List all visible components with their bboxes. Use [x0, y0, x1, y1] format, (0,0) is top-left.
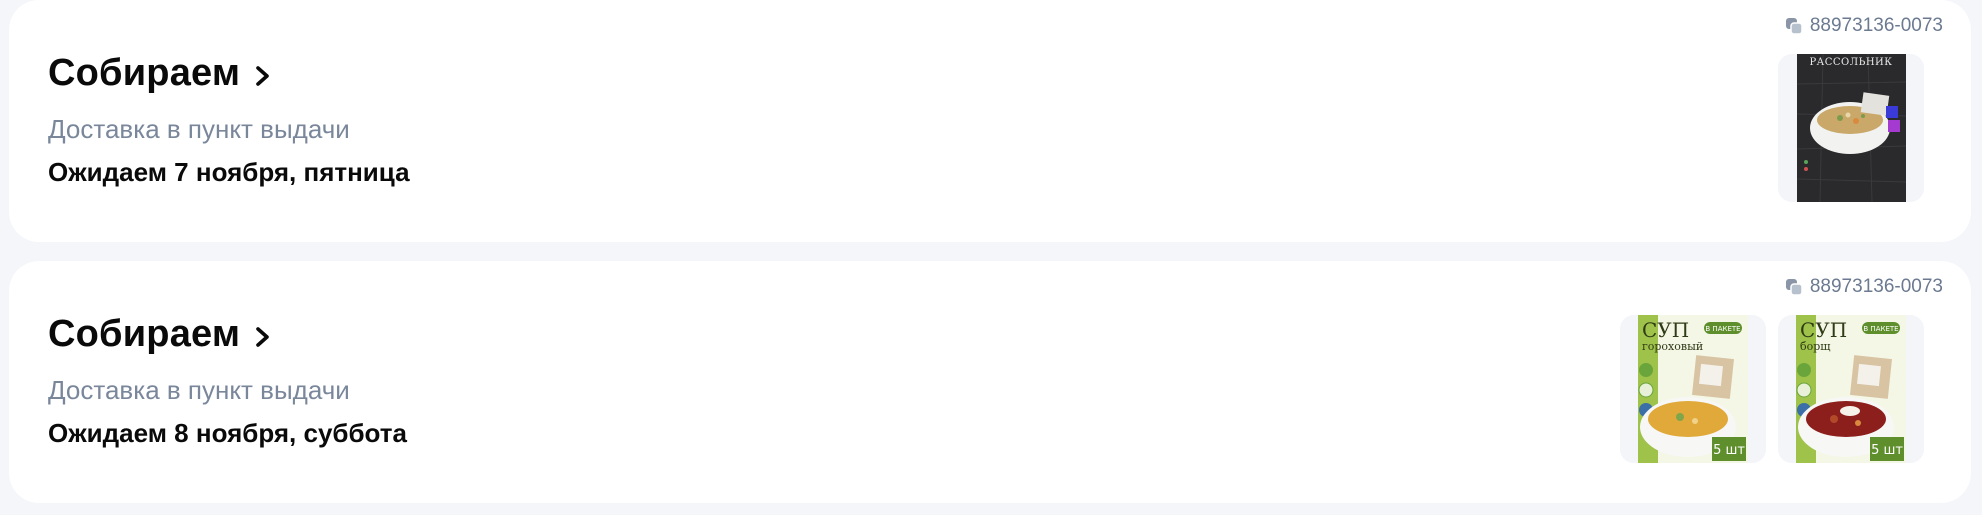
- order-number[interactable]: 88973136-0073: [1785, 276, 1943, 298]
- product-label: РАССОЛЬНИК: [1809, 57, 1892, 68]
- copy-icon: [1785, 18, 1803, 35]
- product-sublabel: гороховый: [1642, 340, 1703, 353]
- order-status: Собираем: [48, 313, 241, 355]
- order-status-link[interactable]: Собираем: [48, 313, 272, 356]
- product-sublabel: борщ: [1800, 340, 1831, 353]
- product-thumbnail[interactable]: РАССОЛЬНИК: [1778, 54, 1924, 202]
- order-card[interactable]: 88973136-0073 Собираем Доставка в пункт …: [9, 261, 1971, 503]
- copy-icon: [1785, 279, 1803, 296]
- delivery-type: Доставка в пункт выдачи: [48, 375, 350, 405]
- order-status-link[interactable]: Собираем: [48, 52, 272, 95]
- product-label: СУП: [1642, 318, 1689, 342]
- order-number-text: 88973136-0073: [1809, 276, 1943, 297]
- product-count: 5 шт: [1871, 443, 1903, 458]
- pea-soup-product-image: СУП В ПАКЕТЕ гороховый 5 шт: [1620, 315, 1766, 463]
- rassolnik-product-image: РАССОЛЬНИК: [1778, 54, 1924, 202]
- expected-date: Ожидаем 8 ноября, суббота: [48, 418, 407, 448]
- order-number[interactable]: 88973136-0073: [1785, 15, 1943, 37]
- borscht-product-image: СУП В ПАКЕТЕ борщ 5 шт: [1778, 315, 1924, 463]
- order-number-text: 88973136-0073: [1809, 15, 1943, 36]
- expected-date: Ожидаем 7 ноября, пятница: [48, 157, 410, 187]
- product-thumbnail[interactable]: СУП В ПАКЕТЕ борщ 5 шт: [1778, 315, 1924, 463]
- product-count: 5 шт: [1713, 443, 1745, 458]
- order-status: Собираем: [48, 52, 241, 94]
- product-thumbnail[interactable]: СУП В ПАКЕТЕ гороховый 5 шт: [1620, 315, 1766, 463]
- product-badge: В ПАКЕТЕ: [1705, 325, 1740, 333]
- chevron-right-icon: [256, 65, 269, 86]
- chevron-right-icon: [256, 326, 269, 347]
- product-label: СУП: [1800, 318, 1847, 342]
- product-badge: В ПАКЕТЕ: [1863, 325, 1898, 333]
- delivery-type: Доставка в пункт выдачи: [48, 114, 350, 144]
- order-card[interactable]: 88973136-0073 Собираем Доставка в пункт …: [9, 0, 1971, 242]
